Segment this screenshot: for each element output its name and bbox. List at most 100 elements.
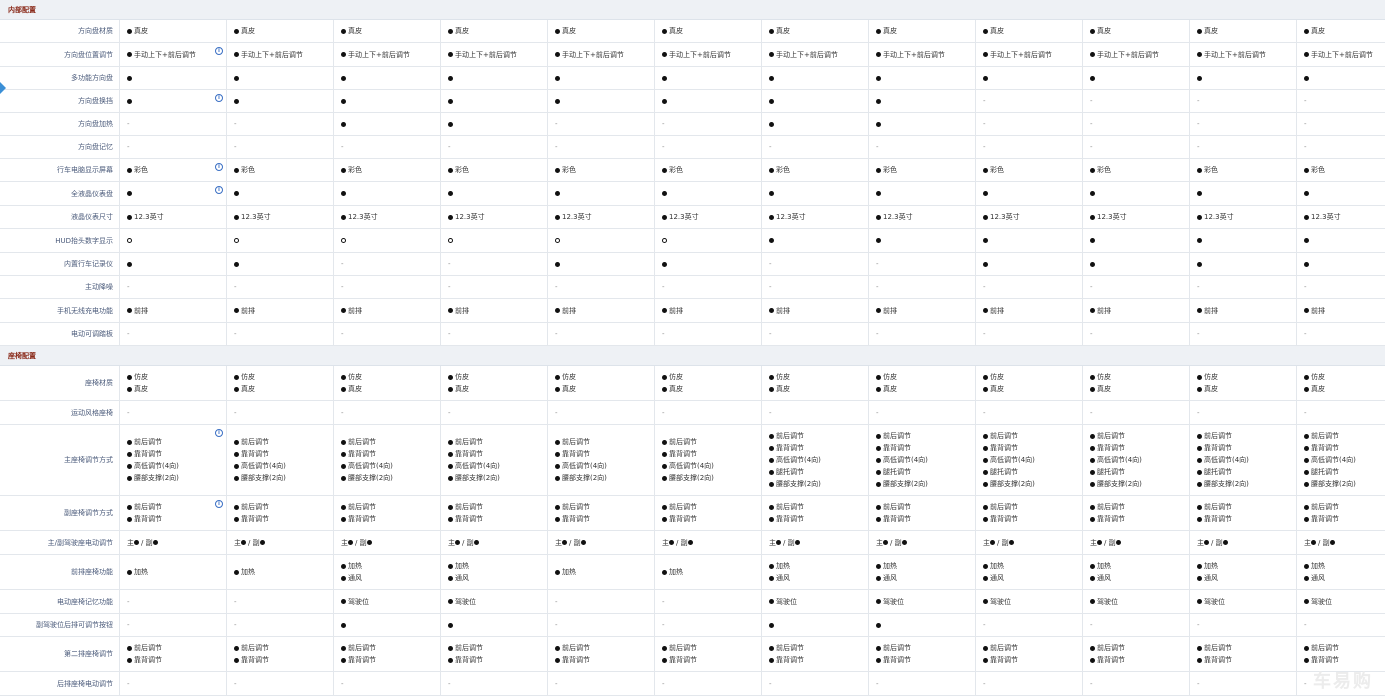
- bullet-icon: [1090, 575, 1095, 581]
- table-cell: 前后调节 靠背调节 i: [120, 496, 227, 530]
- cell-text: 真皮: [669, 385, 683, 393]
- info-icon[interactable]: i: [215, 186, 223, 194]
- cell-line: 腿托调节: [983, 466, 1082, 478]
- bullet-icon: [448, 657, 453, 663]
- table-row: 内置行车记录仪 - - - -: [0, 253, 1385, 276]
- bullet-icon: [1197, 516, 1202, 522]
- scroll-arrow-icon[interactable]: [0, 82, 6, 94]
- none-mark: -: [1304, 408, 1307, 417]
- cell-text: 腰部支撑(2向): [348, 474, 393, 482]
- table-row: 行车电脑显示屏幕 彩色 i 彩色 彩色 彩色 彩色 彩色 彩色 彩色 彩色 彩色 彩色 彩色: [0, 159, 1385, 182]
- cell-text: 彩色: [562, 166, 576, 174]
- table-cell: -: [120, 136, 227, 158]
- cell-line: [234, 238, 333, 243]
- table-cell: 前排: [655, 299, 762, 322]
- bullet-icon: [794, 540, 800, 545]
- cell-text: 靠背调节: [990, 515, 1018, 523]
- bullet-icon: [983, 575, 988, 581]
- row-label: 后排座椅电动调节: [0, 672, 120, 695]
- bullet-icon: [1197, 167, 1202, 173]
- bullet-icon: [769, 98, 774, 104]
- bullet-icon: [983, 445, 988, 451]
- table-cell: -: [548, 614, 655, 636]
- bullet-icon: [127, 214, 132, 220]
- table-row: 前排座椅功能 加热 加热 加热 通风 加热 通风 加热 加热 加热 通风 加热 通风 加热 通风 加热 通风 加热…: [0, 555, 1385, 590]
- bullet-icon: [1197, 191, 1202, 196]
- table-cell: -: [227, 323, 334, 345]
- cell-text: 高低调节(4向): [1204, 456, 1249, 464]
- bullet-icon: [662, 463, 667, 469]
- cell-line: 加热: [876, 560, 975, 572]
- none-mark: -: [555, 330, 558, 338]
- bullet-icon: [662, 191, 667, 196]
- cell-text: 主: [876, 538, 883, 547]
- table-cell: [1190, 182, 1297, 205]
- table-cell: 前后调节 靠背调节: [762, 496, 869, 530]
- cell-line: 12.3英寸: [127, 211, 226, 223]
- table-cell: [334, 90, 441, 112]
- cell-text: / 副: [890, 538, 902, 547]
- cell-text: 真皮: [1097, 385, 1111, 393]
- cell-text: 前后调节: [241, 644, 269, 652]
- bullet-icon: [448, 645, 453, 651]
- table-cell: 驾驶位: [334, 590, 441, 613]
- bullet-icon: [234, 52, 239, 57]
- none-mark: -: [769, 408, 772, 417]
- cell-line: 靠背调节: [662, 654, 761, 666]
- none-mark: -: [234, 621, 237, 629]
- bullet-icon: [341, 563, 346, 569]
- bullet-icon: [555, 569, 560, 575]
- cell-line: 真皮: [876, 383, 975, 395]
- cell-line: [127, 75, 226, 81]
- cell-line: -: [769, 407, 868, 419]
- cell-text: 彩色: [134, 166, 148, 174]
- cell-line: [662, 191, 761, 196]
- cell-line: 主 / 副: [662, 537, 761, 549]
- table-cell: 主 / 副: [441, 531, 548, 554]
- table-cell: [976, 67, 1083, 89]
- bullet-icon: [876, 504, 881, 510]
- table-cell: 12.3英寸: [976, 206, 1083, 228]
- table-cell: 真皮: [1297, 20, 1385, 42]
- cell-text: 真皮: [883, 385, 897, 393]
- cell-text: 前后调节: [1097, 432, 1125, 440]
- none-mark: -: [662, 597, 665, 606]
- bullet-icon: [876, 52, 881, 57]
- none-mark: -: [983, 679, 986, 688]
- cell-line: 高低调节(4向): [1197, 454, 1296, 466]
- cell-text: 仿皮: [134, 373, 148, 381]
- none-mark: -: [448, 260, 451, 268]
- cell-line: 仿皮: [1304, 371, 1385, 383]
- bullet-icon: [876, 445, 881, 451]
- cell-line: 真皮: [448, 25, 547, 37]
- bullet-icon: [769, 191, 774, 196]
- cell-text: 靠背调节: [669, 656, 697, 664]
- info-icon[interactable]: i: [215, 94, 223, 102]
- info-icon[interactable]: i: [215, 163, 223, 171]
- info-icon[interactable]: i: [215, 500, 223, 508]
- cell-line: 高低调节(4向): [876, 454, 975, 466]
- none-mark: -: [1197, 679, 1200, 688]
- cell-text: 靠背调节: [1311, 444, 1339, 452]
- cell-text: 靠背调节: [1204, 656, 1232, 664]
- table-cell: 真皮: [548, 20, 655, 42]
- bullet-icon: [876, 191, 881, 196]
- table-cell: 主 / 副: [334, 531, 441, 554]
- cell-line: -: [555, 596, 654, 608]
- cell-line: 主 / 副: [1197, 537, 1296, 549]
- cell-line: -: [769, 281, 868, 293]
- row-label: 运动风格座椅: [0, 401, 120, 424]
- cell-line: 高低调节(4向): [341, 460, 440, 472]
- cell-text: 前后调节: [776, 503, 804, 511]
- cell-text: 腰部支撑(2向): [883, 480, 928, 488]
- bullet-icon: [983, 386, 988, 392]
- table-cell: 仿皮 真皮: [762, 366, 869, 400]
- cell-line: -: [1090, 141, 1189, 153]
- info-icon[interactable]: i: [215, 47, 223, 55]
- cell-line: 前后调节: [234, 436, 333, 448]
- table-cell: 手动上下+前后调节 i: [120, 43, 227, 66]
- cell-line: -: [662, 678, 761, 690]
- table-cell: 仿皮 真皮: [869, 366, 976, 400]
- info-icon[interactable]: i: [215, 429, 223, 437]
- cell-line: 前排: [1197, 305, 1296, 317]
